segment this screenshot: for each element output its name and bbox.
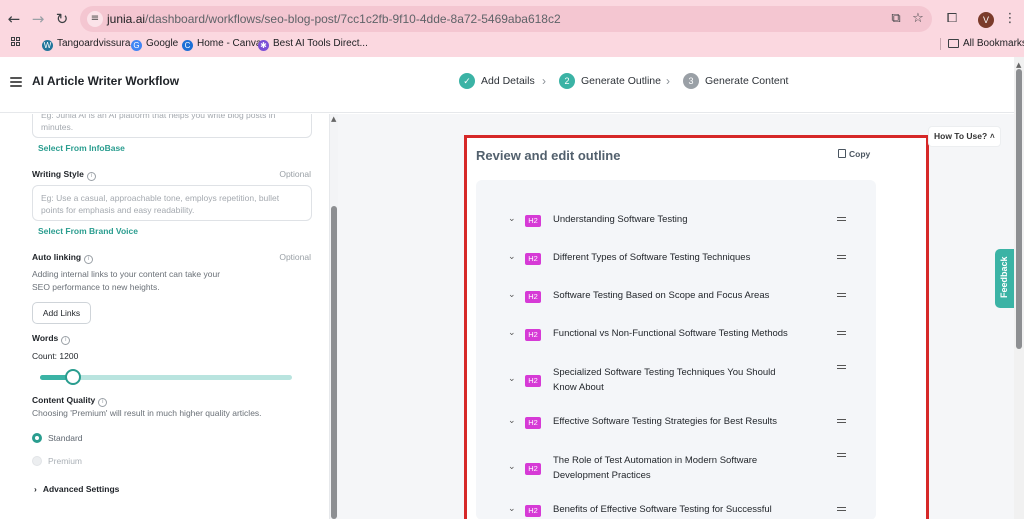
optional-tag: Optional [279,169,311,179]
optional-tag: Optional [279,252,311,262]
address-bar[interactable]: ≡ junia.ai/dashboard/workflows/seo-blog-… [80,6,932,32]
all-bookmarks-label: All Bookmarks [963,38,1024,49]
bookmark-star-icon[interactable]: ☆ [910,11,926,27]
canva-icon: C [182,40,193,51]
slider-thumb[interactable] [64,369,81,385]
bookmark-tangoardvissura[interactable]: W Tangoardvissura - [42,36,136,52]
reload-icon[interactable]: ↻ [52,9,72,29]
how-to-use-button[interactable]: How To Use? ˄ [928,126,1001,147]
step-label: Generate Outline [581,75,661,87]
feedback-label: Feedback [999,256,1009,298]
bookmark-google[interactable]: G Google [131,36,178,52]
bookmarks-divider [940,38,941,50]
writing-style-input[interactable]: Eg: Use a casual, approachable tone, emp… [32,185,312,221]
content-quality-label: Content Quality i [32,395,108,407]
check-icon: ✓ [459,73,475,90]
apps-grid-icon[interactable] [11,36,21,52]
info-icon[interactable]: i [98,398,108,407]
auto-linking-help: Adding internal links to your content ca… [32,268,220,294]
scroll-up-icon[interactable]: ▲ [331,115,336,123]
page-title: AI Article Writer Workflow [32,74,180,88]
chevron-right-icon: › [666,74,670,88]
radio-standard[interactable] [32,433,42,443]
scroll-up-icon[interactable]: ▲ [1016,61,1021,69]
step-label: Generate Content [705,75,789,87]
sidebar-scrollbar[interactable]: ▲ [330,114,338,519]
highlight-box [464,135,929,519]
bookmark-label: Google [146,38,179,49]
bookmark-canva[interactable]: C Home - Canva [182,36,261,52]
info-icon[interactable]: i [86,172,96,181]
menu-icon[interactable] [10,77,22,87]
all-bookmarks[interactable]: All Bookmarks [948,36,1024,52]
auto-linking-text: Auto linking [32,252,82,262]
select-infobase-link[interactable]: Select From InfoBase [38,143,125,153]
radio-standard-label[interactable]: Standard [48,433,83,443]
extensions-icon[interactable]: ⧠ [944,11,960,27]
description-placeholder: Eg: Junia AI is an AI platform that help… [41,114,276,132]
forward-arrow-icon[interactable]: → [28,9,48,29]
bookmark-best-ai-tools[interactable]: ✱ Best AI Tools Direct... [258,36,368,52]
more-options-icon[interactable]: ⋮ [1002,11,1018,27]
folder-icon [948,39,959,48]
step-generate-outline[interactable]: 2 Generate Outline [559,72,661,90]
browser-toolbar: ← → ↻ ≡ junia.ai/dashboard/workflows/seo… [0,6,1024,32]
chevron-right-icon: › [34,484,37,494]
page-scrollbar[interactable]: ▲ [1014,57,1024,519]
words-text: Words [32,333,59,343]
url-path: /dashboard/workflows/seo-blog-post/7cc1c… [145,12,561,26]
bookmark-label: Tangoardvissura - [57,38,137,49]
add-links-button[interactable]: Add Links [32,302,91,324]
scrollbar-thumb[interactable] [1016,69,1022,349]
step-label: Add Details [481,75,535,87]
back-arrow-icon[interactable]: ← [4,9,24,29]
content-quality-text: Content Quality [32,395,96,405]
chevron-up-icon: ˄ [990,132,995,141]
chevron-right-icon: › [542,74,546,88]
word-count-label: Count: 1200 [32,351,79,361]
writing-style-label: Writing Style i [32,169,96,181]
writing-style-text: Writing Style [32,169,84,179]
url-host: junia.ai [107,12,146,26]
help-line: Adding internal links to your content ca… [32,269,221,279]
advanced-settings-label: Advanced Settings [42,484,120,494]
step-number: 3 [683,73,699,90]
app-header: AI Article Writer Workflow ✓ Add Details … [0,57,1024,113]
content-quality-help: Choosing 'Premium' will result in much h… [32,408,262,418]
words-label: Words i [32,333,71,345]
bookmark-label: Best AI Tools Direct... [273,38,368,49]
step-number: 2 [559,73,575,90]
browser-chrome: ← → ↻ ≡ junia.ai/dashboard/workflows/seo… [0,0,1024,57]
scrollbar-thumb[interactable] [331,206,337,519]
step-add-details[interactable]: ✓ Add Details [459,72,535,90]
bookmark-label: Home - Canva [197,38,262,49]
install-app-icon[interactable]: ⧉ [888,11,904,27]
info-icon[interactable]: i [61,336,71,345]
radio-premium-label[interactable]: Premium [48,456,82,466]
writing-style-placeholder: Eg: Use a casual, approachable tone, emp… [41,193,280,215]
help-line: SEO performance to new heights. [32,282,160,292]
bookmarks-bar: W Tangoardvissura - G Google C Home - Canva… [0,36,1024,52]
feedback-tab[interactable]: Feedback [995,249,1015,308]
description-input[interactable]: Eg: Junia AI is an AI platform that help… [32,114,312,138]
auto-linking-label: Auto linking i [32,252,94,264]
how-to-use-label: How To Use? [934,131,988,141]
wordpress-icon: W [42,40,53,51]
profile-avatar[interactable]: V [978,12,994,28]
site-settings-icon[interactable]: ≡ [87,11,103,27]
advanced-settings-toggle[interactable]: › Advanced Settings [34,484,119,494]
url-text[interactable]: junia.ai/dashboard/workflows/seo-blog-po… [107,12,561,26]
google-icon: G [131,40,142,51]
radio-premium[interactable] [32,456,42,466]
step-generate-content[interactable]: 3 Generate Content [683,72,788,90]
info-icon[interactable]: i [84,255,94,264]
settings-sidebar: Eg: Junia AI is an AI platform that help… [0,114,330,519]
select-brand-voice-link[interactable]: Select From Brand Voice [38,226,138,236]
ai-tools-icon: ✱ [258,40,269,51]
